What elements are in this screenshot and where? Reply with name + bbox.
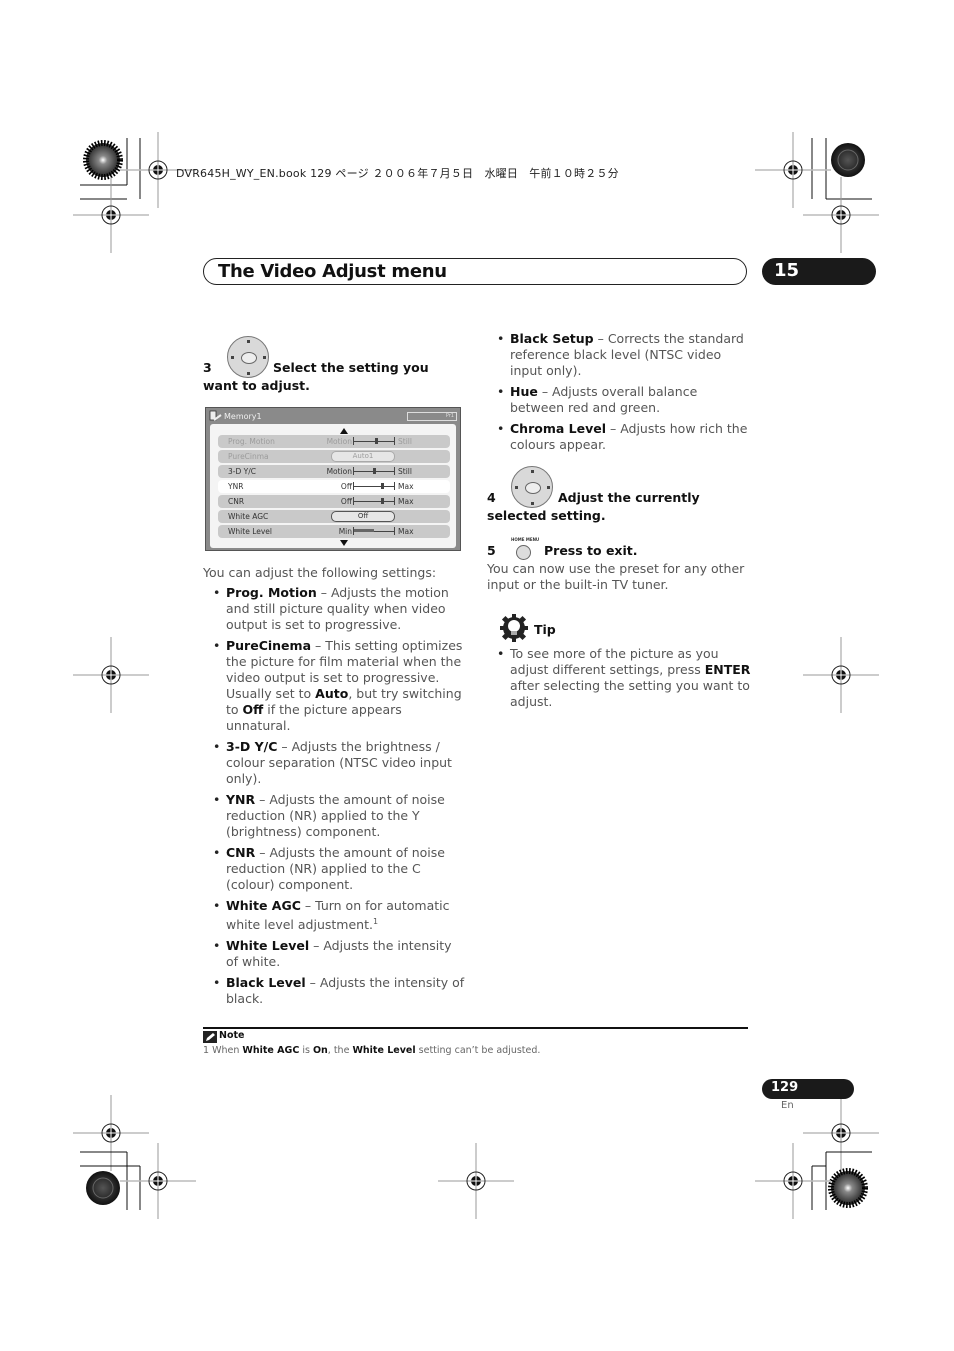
osd-slider-min-label: Min [338,527,352,536]
chapter-title: The Video Adjust menu [218,261,447,282]
osd-row[interactable]: PureCinma Auto1 [218,450,450,463]
osd-slider[interactable] [353,527,395,535]
setting-cnr: CNR – Adjusts the amount of noise reduct… [213,845,465,893]
osd-slider[interactable] [353,497,395,505]
osd-memory-title: Memory1 [224,412,262,421]
osd-row[interactable]: White Level Min Max [218,525,450,538]
scroll-down-arrow-icon[interactable] [340,540,348,546]
scroll-up-arrow-icon[interactable] [340,428,348,434]
setting-chroma-level: Chroma Level – Adjusts how rich the colo… [497,421,749,453]
video-adjust-icon [209,410,222,421]
tip-item: To see more of the picture as you adjust… [497,646,752,710]
osd-row[interactable]: YNR Off Max [218,480,450,493]
step-4-title: Adjust the currently selected setting. [487,490,700,523]
osd-slider-max-label: Still [398,437,412,446]
setting-purecinema: PureCinema – This setting optimizes the … [213,638,465,734]
tip-title: Tip [534,622,556,637]
note-title: Note [219,1030,245,1041]
home-menu-label: HOME MENU [511,537,540,542]
osd-row-label: White Level [228,527,272,536]
footnote-ref: 1 [372,917,379,926]
home-menu-button-icon [516,545,531,560]
page-number-badge: 129 [762,1079,854,1099]
osd-row[interactable]: Prog. Motion Motion Still [218,435,450,448]
setting-ynr: YNR – Adjusts the amount of noise reduct… [213,792,465,840]
osd-slider-min-label: Off [340,482,352,491]
print-marks [72,131,880,1220]
osd-slider-max-label: Max [398,527,414,536]
page-language: En [781,1100,794,1111]
star-target-icon [86,1171,120,1205]
note-pencil-icon [203,1031,217,1043]
setting-hue: Hue – Adjusts overall balance between re… [497,384,749,416]
osd-slider-max-label: Max [398,482,414,491]
osd-row-label: PureCinma [228,452,269,461]
osd-slider-max-label: Max [398,497,414,506]
osd-slider-min-label: Motion [326,467,352,476]
osd-row-label: 3-D Y/C [228,467,256,476]
step-5-body: You can now use the preset for any other… [487,561,745,592]
footnote-divider [203,1027,748,1029]
page-number: 129 [771,1080,799,1095]
osd-slider[interactable] [353,482,395,490]
setting-black-setup: Black Setup – Corrects the standard refe… [497,331,749,379]
osd-row-label: Prog. Motion [228,437,275,446]
settings-list-right: Black Setup – Corrects the standard refe… [497,331,749,458]
osd-row-label: YNR [228,482,244,491]
osd-row[interactable]: CNR Off Max [218,495,450,508]
setting-prog-motion: Prog. Motion – Adjusts the motion and st… [213,585,465,633]
osd-slider-min-label: Off [340,497,352,506]
osd-preset-field: Pr1 [407,412,457,421]
chapter-number-badge: 15 [762,258,876,285]
osd-slider-knob[interactable] [375,438,378,444]
osd-slider[interactable] [353,467,395,475]
setting-black-level: Black Level – Adjusts the intensity of b… [213,975,465,1007]
osd-option-value[interactable]: Auto1 [331,451,395,462]
osd-slider-max-label: Still [398,467,412,476]
osd-slider-knob[interactable] [373,468,376,474]
intro-text: You can adjust the following settings: [203,565,437,580]
chapter-title-bar: The Video Adjust menu [203,258,747,285]
note-text: 1 When White AGC is On, the White Level … [203,1045,541,1056]
osd-row[interactable]: White AGC Off [218,510,450,523]
step-3-title: Select the setting you want to adjust. [203,360,429,393]
step-5-title: Press to exit. [544,543,638,558]
star-target-icon [831,143,865,177]
osd-row-label: White AGC [228,512,269,521]
setting-white-level: White Level – Adjusts the intensity of w… [213,938,465,970]
tip-lightbulb-icon [500,614,528,642]
setting-white-agc: White AGC – Turn on for automatic white … [213,898,465,933]
settings-list-left: Prog. Motion – Adjusts the motion and st… [213,585,465,1012]
step-5-number: 5 [487,543,496,558]
osd-slider[interactable] [353,437,395,445]
osd-slider-knob[interactable] [381,498,384,504]
osd-slider-min-label: Motion [326,437,352,446]
osd-row-label: CNR [228,497,245,506]
osd-slider-knob[interactable] [381,483,384,489]
chapter-number: 15 [774,260,800,281]
print-header: DVR645H_WY_EN.book 129 ページ ２００６年７月５日 水曜日… [176,167,619,180]
video-adjust-osd: Memory1 Pr1 Prog. Motion Motion Still PureC… [205,407,461,551]
osd-slider-fill [354,529,374,532]
osd-option-value[interactable]: Off [331,511,395,522]
tip-list: To see more of the picture as you adjust… [497,646,752,715]
osd-panel: Prog. Motion Motion Still PureCinma Auto1 3-D… [210,424,456,548]
osd-row[interactable]: 3-D Y/C Motion Still [218,465,450,478]
setting-3d-yc: 3-D Y/C – Adjusts the brightness / colou… [213,739,465,787]
